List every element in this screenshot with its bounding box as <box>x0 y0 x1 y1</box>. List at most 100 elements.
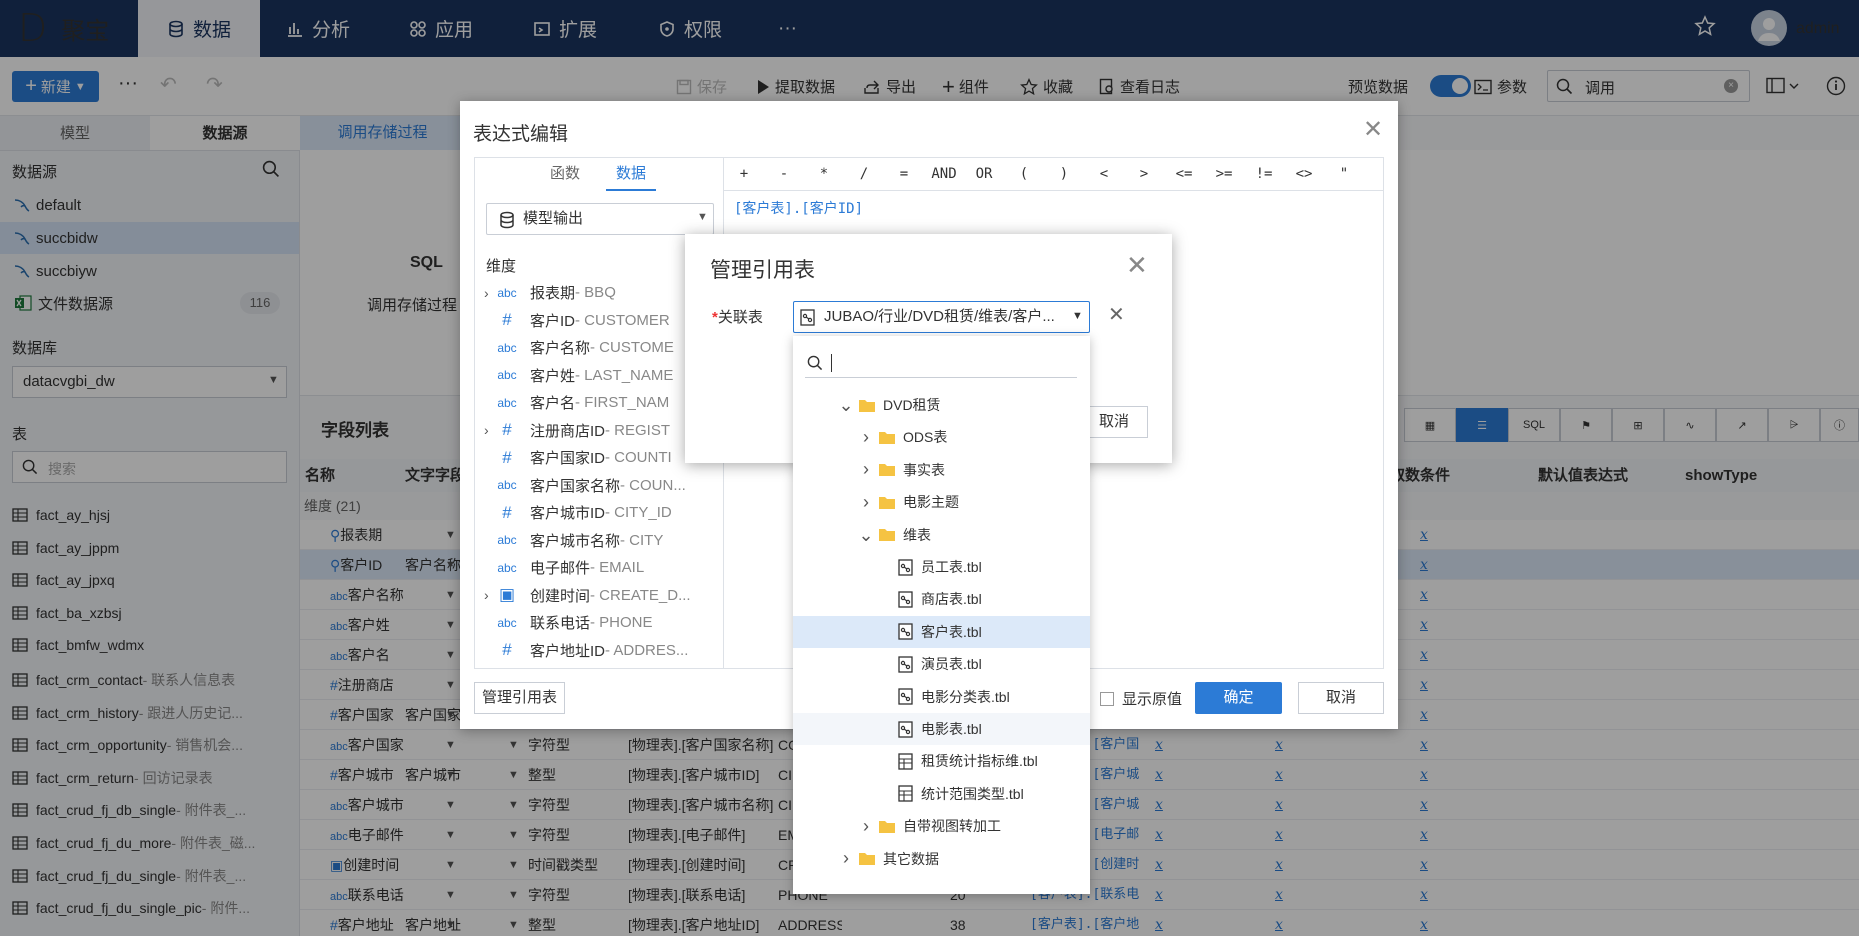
ref-table-select[interactable]: JUBAO/行业/DVD租赁/维表/客户... <box>793 301 1090 333</box>
model-icon <box>898 688 913 705</box>
operator-button[interactable]: >= <box>1204 166 1244 182</box>
field-en: - PHONE <box>590 614 653 631</box>
expand-icon: › <box>484 284 489 301</box>
field-type-icon: abc <box>497 340 517 355</box>
tab-functions[interactable]: 函数 <box>535 157 595 191</box>
tree-node[interactable]: 演员表.tbl <box>793 648 1090 680</box>
expression-field-item[interactable]: # 客户国家ID - COUNTI <box>484 447 672 468</box>
field-type-icon: # <box>502 447 512 467</box>
tree-node[interactable]: ⌄ DVD租赁 <box>793 389 1090 421</box>
expression-field-item[interactable]: abc 客户姓 - LAST_NAME <box>484 365 673 386</box>
field-en: - REGIST <box>605 421 671 439</box>
text-cursor <box>831 354 832 372</box>
field-type-icon: abc <box>497 285 517 300</box>
operator-button[interactable]: < <box>1084 166 1124 182</box>
operator-button[interactable]: ) <box>1044 166 1084 182</box>
ok-button[interactable]: 确定 <box>1195 682 1282 714</box>
expression-field-item[interactable]: abc 客户名称 - CUSTOME <box>484 337 674 358</box>
tree-node-label: 员工表.tbl <box>921 559 982 575</box>
expand-icon: › <box>484 422 489 438</box>
field-cn: 客户城市ID <box>530 505 606 522</box>
expression-field-item[interactable]: abc 电子邮件 - EMAIL <box>484 557 644 578</box>
expand-icon: › <box>484 587 489 603</box>
operator-button[interactable]: <> <box>1284 166 1324 182</box>
close-icon[interactable]: ✕ <box>1126 250 1148 281</box>
tree-node[interactable]: 电影表.tbl <box>793 713 1090 745</box>
field-type-icon: abc <box>497 560 517 575</box>
remove-icon[interactable]: ✕ <box>1108 302 1125 327</box>
operator-button[interactable]: + <box>724 166 764 182</box>
tree-node[interactable]: 统计范围类型.tbl <box>793 778 1090 810</box>
tree-node[interactable]: 商店表.tbl <box>793 583 1090 615</box>
ref-cancel-button[interactable]: 取消 <box>1080 406 1148 438</box>
expression-field-item[interactable]: # 客户ID - CUSTOMER <box>484 310 669 331</box>
chevron-down-icon: ▼ <box>697 211 708 223</box>
tab-data[interactable]: 数据 <box>606 157 656 191</box>
expression-field-item[interactable]: # 客户城市ID - CITY_ID <box>484 502 672 523</box>
operator-button[interactable]: != <box>1244 166 1284 182</box>
field-en: - COUNTI <box>605 449 672 466</box>
operator-button[interactable]: > <box>1124 166 1164 182</box>
checkbox-icon <box>1100 691 1114 706</box>
field-cn: 客户城市名称 <box>530 532 621 550</box>
expression-field-item[interactable]: › abc 报表期 - BBQ <box>484 282 616 303</box>
chevron-right-icon: › <box>843 848 849 869</box>
tree-node[interactable]: › 自带视图转加工 <box>793 810 1090 842</box>
operator-button[interactable]: * <box>804 166 844 182</box>
expression-field-item[interactable]: › # 注册商店ID - REGIST <box>484 420 670 441</box>
operator-button[interactable]: AND <box>924 166 964 182</box>
field-en: - CITY <box>620 531 664 549</box>
folder-icon <box>859 853 875 866</box>
tree-node[interactable]: 电影分类表.tbl <box>793 681 1090 713</box>
field-en: - CREATE_D... <box>590 586 691 604</box>
field-en: - CUSTOME <box>590 339 674 356</box>
tree-node-label: 其它数据 <box>883 850 939 867</box>
tree-node[interactable]: › 其它数据 <box>793 843 1090 875</box>
field-en: - ADDRES... <box>605 641 689 659</box>
cancel-button[interactable]: 取消 <box>1298 682 1384 714</box>
field-cn: 报表期 <box>530 285 576 302</box>
close-icon[interactable]: ✕ <box>1363 115 1383 144</box>
expression-field-item[interactable]: › ▣ 创建时间 - CREATE_D... <box>484 585 691 606</box>
table-icon <box>898 785 913 802</box>
expression-field-item[interactable]: abc 客户城市名称 - CITY <box>484 530 663 551</box>
dropdown-search-input[interactable] <box>805 346 1077 378</box>
operator-button[interactable]: / <box>844 166 884 182</box>
tree-node[interactable]: 租赁统计指标维.tbl <box>793 745 1090 777</box>
expression-field-item[interactable]: abc 联系电话 - PHONE <box>484 612 653 633</box>
tree-node[interactable]: 员工表.tbl <box>793 551 1090 583</box>
field-en: - LAST_NAME <box>575 366 674 384</box>
operator-button[interactable]: ( <box>1004 166 1044 182</box>
tree-node[interactable]: › ODS表 <box>793 421 1090 453</box>
operator-button[interactable]: <= <box>1164 166 1204 182</box>
chevron-down-icon: ⌄ <box>838 395 854 415</box>
expression-field-item[interactable]: abc 客户名 - FIRST_NAM <box>484 392 669 413</box>
manage-ref-dialog-title: 管理引用表 <box>710 259 815 282</box>
model-icon <box>898 720 913 738</box>
manage-ref-table-button[interactable]: 管理引用表 <box>474 682 565 714</box>
show-original-label: 显示原值 <box>1122 691 1183 708</box>
tree-node[interactable]: › 电影主题 <box>793 486 1090 518</box>
expression-text[interactable]: [客户表].[客户ID] <box>734 198 863 218</box>
tree-node[interactable]: ⌄ 维表 <box>793 519 1090 551</box>
field-en: - CITY_ID <box>605 504 672 521</box>
expression-field-item[interactable]: # 客户地址ID - ADDRES... <box>484 640 688 661</box>
field-type-icon: # <box>502 310 512 329</box>
operator-button[interactable]: OR <box>964 166 1004 182</box>
show-original-checkbox[interactable]: 显示原值 <box>1100 688 1182 709</box>
table-icon <box>898 753 913 770</box>
tree-node[interactable]: 客户表.tbl <box>793 615 1090 648</box>
operator-button[interactable]: - <box>764 166 804 182</box>
operator-button[interactable]: " <box>1324 166 1364 182</box>
chevron-right-icon: › <box>863 459 869 480</box>
expression-field-item[interactable]: abc 客户国家名称 - COUN... <box>484 475 686 496</box>
field-type-icon: abc <box>497 533 517 547</box>
field-type-icon: abc <box>497 368 517 382</box>
tree-node[interactable]: › 事实表 <box>793 454 1090 486</box>
field-cn: 电子邮件 <box>530 560 591 577</box>
operator-button[interactable]: = <box>884 166 924 182</box>
expression-dialog-title: 表达式编辑 <box>473 124 569 145</box>
dimension-label: 维度 <box>486 258 517 275</box>
chevron-right-icon: › <box>863 426 869 447</box>
model-output-select[interactable]: 模型输出 <box>486 203 714 235</box>
